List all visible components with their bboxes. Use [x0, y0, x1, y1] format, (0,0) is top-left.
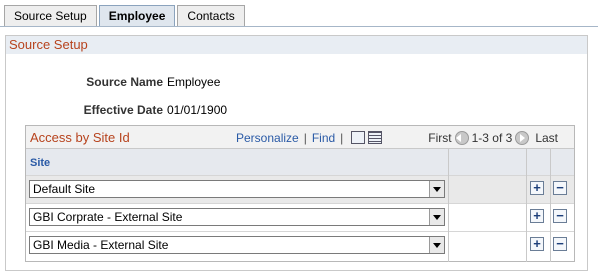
- tab-employee[interactable]: Employee: [98, 5, 176, 27]
- grid-title: Access by Site Id: [30, 130, 130, 145]
- site-select-value: GBI Corprate - External Site: [33, 210, 183, 224]
- table-row: GBI Media - External Site + −: [26, 231, 574, 260]
- view-all-icon[interactable]: [351, 130, 366, 144]
- access-by-site-grid: Access by Site Id Personalize | Find | F…: [25, 125, 575, 262]
- delete-row-button[interactable]: −: [553, 237, 567, 251]
- effective-date-label: Effective Date: [83, 103, 163, 117]
- site-select[interactable]: GBI Media - External Site: [29, 236, 445, 254]
- last-label: Last: [535, 131, 559, 145]
- find-link[interactable]: Find: [312, 131, 335, 145]
- add-row-button[interactable]: +: [530, 237, 544, 251]
- next-arrow-icon[interactable]: [515, 131, 530, 145]
- source-name-label: Source Name: [86, 75, 163, 89]
- download-grid-icon[interactable]: [368, 130, 383, 144]
- tab-contacts[interactable]: Contacts: [177, 5, 245, 26]
- previous-arrow-icon[interactable]: [454, 131, 469, 145]
- site-select-value: Default Site: [33, 182, 96, 196]
- column-site[interactable]: Site: [30, 157, 50, 169]
- chevron-down-icon[interactable]: [429, 209, 444, 225]
- chevron-down-icon[interactable]: [429, 237, 444, 253]
- row-range: 1-3 of 3: [471, 131, 513, 145]
- separator: |: [303, 131, 307, 145]
- table-row: GBI Corprate - External Site + −: [26, 203, 574, 232]
- add-row-button[interactable]: +: [530, 181, 544, 195]
- tab-source-setup[interactable]: Source Setup: [4, 5, 97, 26]
- delete-row-button[interactable]: −: [553, 209, 567, 223]
- table-row: Default Site + −: [26, 175, 574, 204]
- separator: |: [340, 131, 344, 145]
- grid-navigation: Personalize | Find | First 1-3 of 3 Last: [236, 130, 559, 145]
- column-header-row: Site: [26, 148, 574, 176]
- site-select[interactable]: GBI Corprate - External Site: [29, 208, 445, 226]
- personalize-link[interactable]: Personalize: [236, 131, 299, 145]
- group-title: Source Setup: [6, 36, 587, 54]
- page-tabs: Source Setup Employee Contacts: [4, 5, 247, 27]
- column-divider: [550, 148, 551, 262]
- column-divider: [526, 148, 527, 262]
- grid-header: Access by Site Id Personalize | Find | F…: [26, 126, 574, 148]
- column-divider: [448, 148, 449, 262]
- first-label: First: [428, 131, 452, 145]
- tab-divider: [0, 26, 598, 27]
- site-select[interactable]: Default Site: [29, 180, 445, 198]
- delete-row-button[interactable]: −: [553, 181, 567, 195]
- chevron-down-icon[interactable]: [429, 181, 444, 197]
- add-row-button[interactable]: +: [530, 209, 544, 223]
- effective-date-value: 01/01/1900: [167, 103, 228, 117]
- site-select-value: GBI Media - External Site: [33, 238, 169, 252]
- source-name-value: Employee: [167, 75, 221, 89]
